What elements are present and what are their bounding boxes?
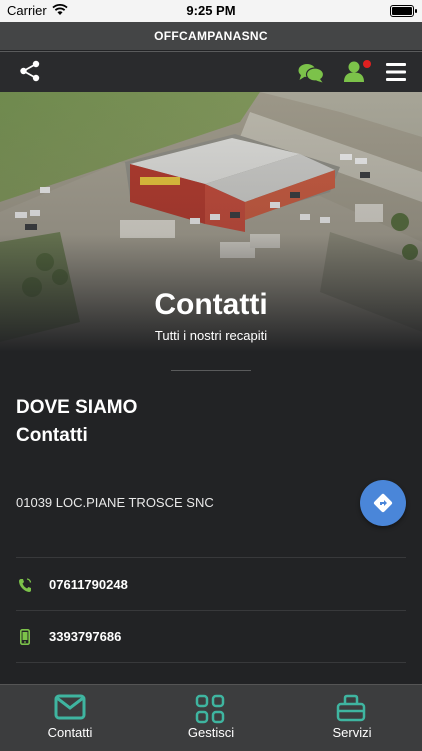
toolbar <box>0 51 422 92</box>
status-bar: Carrier 9:25 PM <box>0 0 422 22</box>
contact-value: 07611790248 <box>49 577 128 592</box>
hero-title: Contatti <box>154 288 268 321</box>
tab-label: Contatti <box>47 725 93 740</box>
mail-icon <box>54 694 86 720</box>
app-title: OFFCAMPANASNC <box>0 22 422 50</box>
directions-icon <box>373 493 393 513</box>
grid-icon <box>195 694 225 724</box>
hero-subtitle: Tutti i nostri recapiti <box>154 328 268 343</box>
directions-button[interactable] <box>360 480 406 526</box>
address-text: 01039 LOC.PIANE TROSCE SNC <box>16 495 214 510</box>
status-time: 9:25 PM <box>186 3 236 18</box>
battery-icon <box>390 5 417 17</box>
separator <box>16 557 406 558</box>
tab-contatti[interactable]: Contatti <box>0 685 140 751</box>
contact-value: 3393797686 <box>49 629 122 644</box>
mobile-icon <box>20 629 30 645</box>
notification-badge-icon <box>363 60 371 68</box>
separator <box>16 610 406 611</box>
user-notification-icon[interactable] <box>343 59 373 85</box>
chat-icon[interactable] <box>298 63 324 83</box>
section-heading: DOVE SIAMO <box>16 397 138 418</box>
bottom-navigation: Contatti Gestisci Servizi <box>0 684 422 751</box>
section-subheading: Contatti <box>16 425 88 446</box>
briefcase-icon <box>336 694 366 722</box>
tab-servizi[interactable]: Servizi <box>282 685 422 751</box>
section-divider <box>171 370 251 371</box>
phone-icon <box>19 578 32 592</box>
hero-banner: Contatti Tutti i nostri recapiti <box>0 92 422 352</box>
tab-gestisci[interactable]: Gestisci <box>141 685 281 751</box>
share-icon[interactable] <box>19 60 41 82</box>
tab-label: Gestisci <box>187 725 235 740</box>
separator <box>16 662 406 663</box>
tab-label: Servizi <box>332 725 372 740</box>
hamburger-menu-icon[interactable] <box>386 63 406 81</box>
